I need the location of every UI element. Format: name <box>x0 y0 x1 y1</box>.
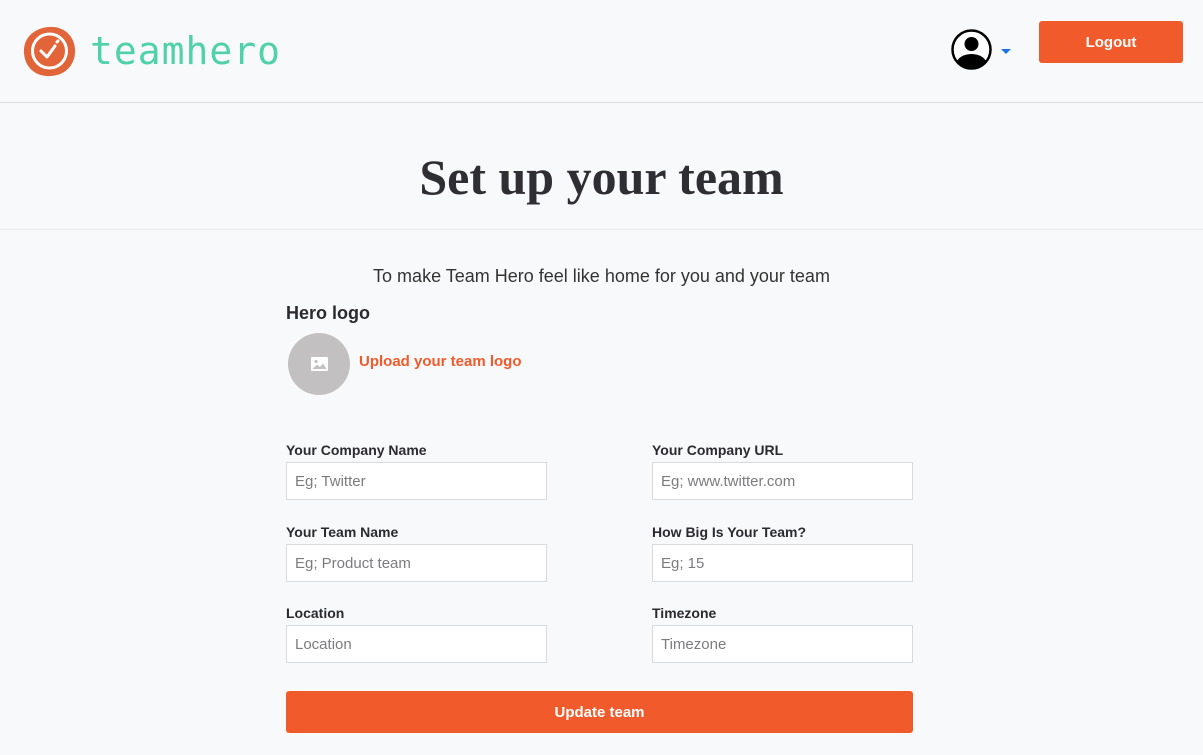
location-field: Location <box>286 603 547 663</box>
timezone-input[interactable] <box>652 625 913 663</box>
company-url-input[interactable] <box>652 462 913 500</box>
team-size-label: How Big Is Your Team? <box>652 524 807 540</box>
upload-logo-link[interactable]: Upload your team logo <box>359 353 522 370</box>
update-team-button[interactable]: Update team <box>286 691 913 733</box>
location-input[interactable] <box>286 625 547 663</box>
company-name-field: Your Company Name <box>286 440 547 500</box>
page-title: Set up your team <box>419 148 784 205</box>
logo-upload: Upload your team logo <box>288 333 522 395</box>
timezone-field: Timezone <box>652 603 913 663</box>
company-url-label: Your Company URL <box>652 442 784 458</box>
image-icon <box>310 357 328 371</box>
team-name-label: Your Team Name <box>286 524 399 540</box>
top-nav: teamhero Logout <box>0 0 1203 103</box>
title-band: Set up your team <box>0 103 1203 230</box>
company-url-field: Your Company URL <box>652 440 913 500</box>
user-menu-toggle[interactable] <box>951 29 1011 70</box>
page-subtitle: To make Team Hero feel like home for you… <box>373 266 830 286</box>
team-name-input[interactable] <box>286 544 547 582</box>
user-circle-icon <box>951 29 992 70</box>
caret-down-icon <box>1001 48 1011 54</box>
check-badge-icon <box>23 26 76 77</box>
brand-name: teamhero <box>90 29 282 73</box>
logo-section-label: Hero logo <box>286 303 370 323</box>
company-name-label: Your Company Name <box>286 442 427 458</box>
timezone-label: Timezone <box>652 605 717 621</box>
company-name-input[interactable] <box>286 462 547 500</box>
logout-button[interactable]: Logout <box>1039 21 1183 63</box>
team-name-field: Your Team Name <box>286 522 547 582</box>
brand-logo[interactable]: teamhero <box>23 25 281 77</box>
team-size-input[interactable] <box>652 544 913 582</box>
team-size-field: How Big Is Your Team? <box>652 522 913 582</box>
location-label: Location <box>286 605 345 621</box>
logo-placeholder[interactable] <box>288 333 350 395</box>
